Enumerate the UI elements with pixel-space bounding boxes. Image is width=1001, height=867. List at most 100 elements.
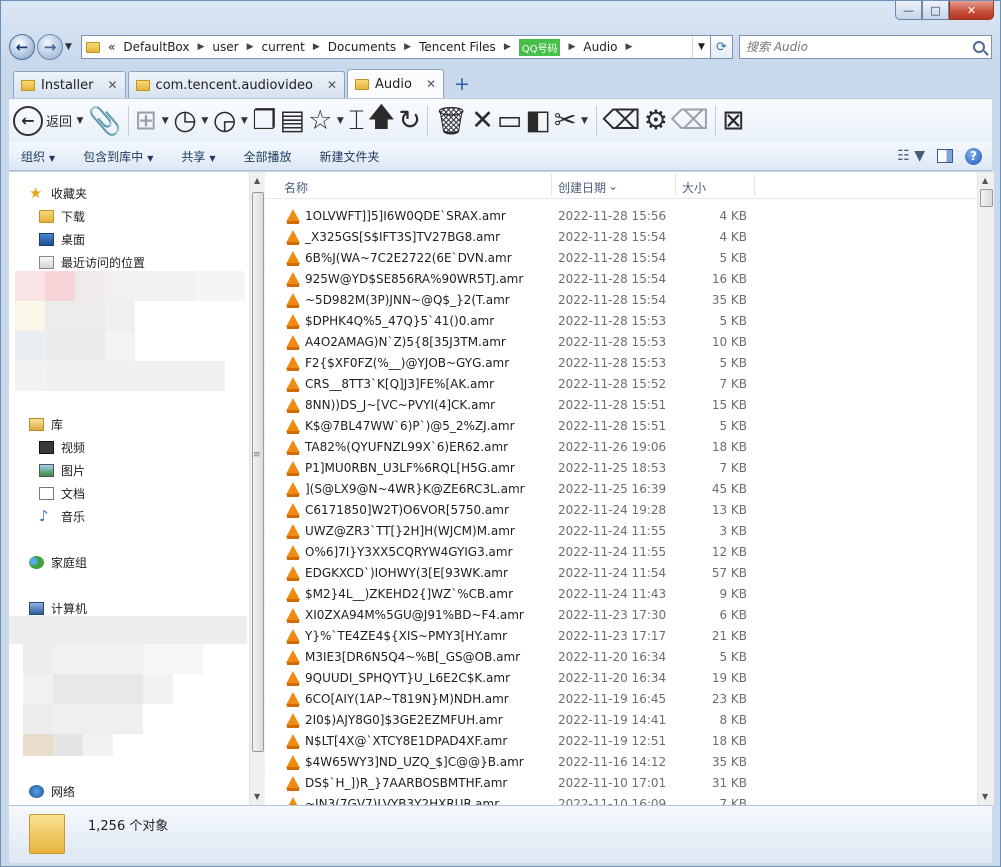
nav-scroll-thumb[interactable] bbox=[252, 192, 264, 752]
breadcrumb-documents[interactable]: Documents bbox=[328, 40, 396, 54]
column-divider[interactable] bbox=[675, 174, 676, 196]
include-in-library-menu[interactable]: 包含到库中 ▼ bbox=[83, 148, 153, 165]
nav-item-recent-places[interactable]: 最近访问的位置 bbox=[39, 254, 145, 271]
tab-com-tencent-audiovideo[interactable]: com.tencent.audiovideo ✕ bbox=[127, 71, 345, 98]
clock-check-icon[interactable]: ◶ bbox=[213, 103, 237, 139]
file-row[interactable]: A4O2AMAG)N`Z)5{8[35J3TM.amr 2022-11-28 15… bbox=[265, 332, 977, 353]
nav-item-downloads[interactable]: 下载 bbox=[39, 208, 85, 225]
favorites-dropdown[interactable]: ▼ bbox=[335, 116, 345, 126]
file-row[interactable]: 6B%J(WA~7C2E2722(6E`DVN.amr 2022-11-28 15… bbox=[265, 248, 977, 269]
minimize-button[interactable]: — bbox=[895, 1, 922, 20]
nav-item-pictures[interactable]: 图片 bbox=[39, 462, 85, 479]
rename-icon[interactable]: ⌶ bbox=[348, 103, 364, 139]
layout-bottom-pane-icon[interactable]: ▭ bbox=[497, 103, 523, 139]
close-tab-icon[interactable]: ✕ bbox=[327, 78, 337, 92]
nav-homegroup[interactable]: 家庭组 bbox=[29, 554, 87, 571]
layout-side-pane-icon[interactable]: ◧ bbox=[525, 103, 551, 139]
scroll-up-icon[interactable]: ▲ bbox=[982, 176, 988, 185]
share-menu[interactable]: 共享 ▼ bbox=[181, 148, 215, 165]
breadcrumb-qq-number[interactable]: QQ号码 bbox=[518, 38, 561, 56]
cascade-windows-icon[interactable]: ❐ bbox=[252, 103, 276, 139]
cut-dropdown[interactable]: ▼ bbox=[580, 116, 590, 126]
view-options-icon[interactable]: ☷ ▼ bbox=[897, 148, 925, 164]
file-row[interactable]: 2I0$)AJY8G0]$3GE2EZMFUH.amr 2022-11-19 14… bbox=[265, 710, 977, 731]
nav-item-music[interactable]: ♪ 音乐 bbox=[39, 508, 85, 525]
new-folder-button[interactable]: 新建文件夹 bbox=[320, 148, 380, 165]
file-row[interactable]: 9QUUDI_SPHQYT}U_L6E2C$K.amr 2022-11-20 16… bbox=[265, 668, 977, 689]
close-tab-icon[interactable]: ✕ bbox=[107, 78, 117, 92]
address-bar[interactable]: « DefaultBox ▶ user ▶ current ▶ Document… bbox=[81, 35, 711, 59]
column-date-header[interactable]: 创建日期 bbox=[558, 179, 606, 196]
delete-trash-icon[interactable]: 🗑 bbox=[434, 103, 468, 139]
file-row[interactable]: EDGKXCD`)IOHWY(3[E[93WK.amr 2022-11-24 11… bbox=[265, 563, 977, 584]
clock-check-dropdown[interactable]: ▼ bbox=[239, 116, 249, 126]
preview-pane-icon[interactable] bbox=[937, 149, 953, 163]
file-row[interactable]: XI0ZXA94M%5GU@J91%BD~F4.amr 2022-11-23 17… bbox=[265, 605, 977, 626]
nav-computer[interactable]: 计算机 bbox=[29, 600, 87, 617]
search-icon[interactable] bbox=[973, 41, 985, 53]
file-row[interactable]: $4W65WY3]ND_UZQ_$]C@@}B.amr 2022-11-16 14… bbox=[265, 752, 977, 773]
file-scrollbar[interactable]: ▲ ▼ bbox=[977, 172, 994, 805]
chevron-right-icon[interactable]: ▶ bbox=[568, 42, 575, 52]
breadcrumb-overflow[interactable]: « bbox=[108, 40, 115, 54]
column-divider[interactable] bbox=[754, 174, 755, 196]
file-row[interactable]: Y}%`TE4ZE4${XIS~PMY3[HY.amr 2022-11-23 17… bbox=[265, 626, 977, 647]
back-nav-button[interactable]: ← bbox=[9, 34, 35, 60]
scissors-icon[interactable]: ✂ bbox=[554, 103, 577, 139]
column-divider[interactable] bbox=[551, 174, 552, 196]
close-window-icon[interactable]: ⊠ bbox=[722, 103, 745, 139]
help-icon[interactable]: ? bbox=[965, 147, 982, 165]
file-row[interactable]: K$@7BL47WW`6)P`)@5_2%ZJ.amr 2022-11-28 15… bbox=[265, 416, 977, 437]
nav-network[interactable]: 网络 bbox=[29, 783, 75, 800]
breadcrumb-user[interactable]: user bbox=[212, 40, 238, 54]
file-row[interactable]: 8NN))DS_J~[VC~PVYI(4]CK.amr 2022-11-28 15… bbox=[265, 395, 977, 416]
back-button[interactable]: ← 返回 bbox=[13, 103, 72, 139]
file-row[interactable]: C6171850]W2T)O6VOR[5750.amr 2022-11-24 19… bbox=[265, 500, 977, 521]
file-row[interactable]: _X325GS[S$IFT3S]TV27BG8.amr 2022-11-28 15… bbox=[265, 227, 977, 248]
search-input[interactable] bbox=[746, 40, 973, 54]
recent-pages-dropdown[interactable]: ▼ bbox=[65, 42, 77, 52]
up-arrow-icon[interactable]: 🡅 bbox=[368, 102, 396, 139]
forward-nav-button[interactable]: → bbox=[37, 34, 63, 60]
nav-item-videos[interactable]: 视频 bbox=[39, 439, 85, 456]
nav-libraries[interactable]: 库 bbox=[29, 416, 63, 433]
file-row[interactable]: M3IE3[DR6N5Q4~%B[_GS@OB.amr 2022-11-20 16… bbox=[265, 647, 977, 668]
file-row[interactable]: ](S@LX9@N~4WR}K@ZE6RC3L.amr 2022-11-25 16… bbox=[265, 479, 977, 500]
organize-menu[interactable]: 组织 ▼ bbox=[21, 148, 55, 165]
windows-logo-icon[interactable]: ⊞ bbox=[135, 103, 158, 139]
breadcrumb-tencent-files[interactable]: Tencent Files bbox=[419, 40, 496, 54]
file-row[interactable]: $M2}4L__)ZKEHD2{]WZ`%CB.amr 2022-11-24 11… bbox=[265, 584, 977, 605]
file-row[interactable]: UWZ@ZR3`TT[}2H]H(WJCM)M.amr 2022-11-24 11… bbox=[265, 521, 977, 542]
paperclip-icon[interactable]: 📎 bbox=[88, 103, 122, 139]
address-history-dropdown[interactable]: ▼ bbox=[692, 36, 710, 58]
file-row[interactable]: ~JN3(7GV7)LVYB3Y2HXRUR.amr 2022-11-10 16:… bbox=[265, 794, 977, 805]
close-tab-icon[interactable]: ✕ bbox=[426, 77, 436, 91]
file-row[interactable]: TA82%(QYUFNZL99X`6)ER62.amr 2022-11-26 19… bbox=[265, 437, 977, 458]
backspace-disabled-icon[interactable]: ⌫ bbox=[671, 103, 709, 139]
column-name-header[interactable]: 名称 bbox=[284, 179, 308, 196]
nav-favorites[interactable]: ★ 收藏夹 bbox=[29, 185, 87, 202]
refresh-button[interactable]: ⟳ bbox=[711, 35, 733, 59]
chevron-right-icon[interactable]: ▶ bbox=[247, 42, 254, 52]
file-row[interactable]: ~5D982M(3P)JNN~@Q$_}2(T.amr 2022-11-28 15… bbox=[265, 290, 977, 311]
scroll-up-icon[interactable]: ▲ bbox=[254, 176, 260, 185]
chevron-right-icon[interactable]: ▶ bbox=[198, 42, 205, 52]
nav-item-desktop[interactable]: 桌面 bbox=[39, 231, 85, 248]
star-icon[interactable]: ☆ bbox=[308, 103, 332, 139]
refresh-icon[interactable]: ↻ bbox=[398, 103, 421, 139]
file-row[interactable]: O%6]7I}Y3XX5CQRYW4GYIG3.amr 2022-11-24 11… bbox=[265, 542, 977, 563]
file-row[interactable]: F2{$XF0FZ(%__)@YJOB~GYG.amr 2022-11-28 15… bbox=[265, 353, 977, 374]
nav-scrollbar[interactable]: ▲ ≡ ▼ bbox=[249, 172, 265, 805]
backspace-icon[interactable]: ⌫ bbox=[603, 103, 641, 139]
file-row[interactable]: 6CO[AIY(1AP~T819N}M)NDH.amr 2022-11-19 16… bbox=[265, 689, 977, 710]
chevron-right-icon[interactable]: ▶ bbox=[626, 42, 633, 52]
close-button[interactable]: ✕ bbox=[949, 1, 994, 20]
clock-dropdown[interactable]: ▼ bbox=[200, 116, 210, 126]
file-row[interactable]: 1OLVWFT]]5]I6W0QDE`SRAX.amr 2022-11-28 15… bbox=[265, 206, 977, 227]
nav-item-documents[interactable]: 文档 bbox=[39, 485, 85, 502]
file-row[interactable]: 925W@YD$SE856RA%90WR5TJ.amr 2022-11-28 15… bbox=[265, 269, 977, 290]
file-row[interactable]: CRS__8TT3`K[Q]J3]FE%[AK.amr 2022-11-28 15… bbox=[265, 374, 977, 395]
panel-view-icon[interactable]: ▤ bbox=[280, 103, 306, 139]
new-tab-button[interactable]: + bbox=[454, 71, 470, 98]
tab-installer[interactable]: Installer ✕ bbox=[13, 71, 126, 98]
